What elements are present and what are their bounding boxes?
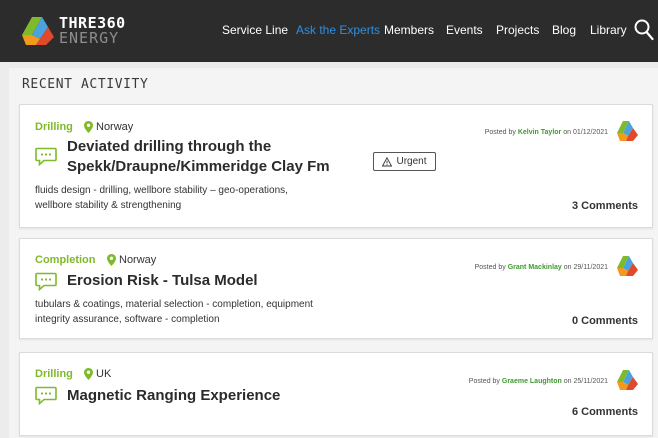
brand-logo[interactable]: THRE360 ENERGY — [20, 14, 150, 48]
brand-line2: ENERGY — [59, 29, 120, 47]
search-icon[interactable] — [634, 19, 654, 41]
post-tags: tubulars & coatings, material selection … — [35, 297, 365, 327]
nav-item-library[interactable]: Library — [590, 23, 627, 37]
post-tags-line2: integrity assurance, software - completi… — [35, 314, 220, 325]
location-pin-icon — [84, 368, 93, 380]
author-link[interactable]: Grant Mackinlay — [508, 264, 562, 271]
nav-item-service-line[interactable]: Service Line — [222, 23, 288, 37]
post-title[interactable]: Deviated drilling through the Spekk/Drau… — [67, 137, 330, 177]
post-card[interactable]: Drilling Norway Deviated drilling throug… — [19, 104, 653, 228]
brand-name: THRE360 ENERGY — [59, 16, 126, 46]
posted-by: Posted by Grant Mackinlay on 29/11/2021 — [475, 264, 608, 271]
author-link[interactable]: Graeme Laughton — [502, 378, 562, 385]
posted-date: on 01/12/2021 — [563, 129, 608, 136]
location-pin-icon — [84, 121, 93, 133]
posted-date: on 25/11/2021 — [563, 378, 608, 385]
posted-by: Posted by Kelvin Taylor on 01/12/2021 — [485, 129, 608, 136]
section-title: RECENT ACTIVITY — [22, 77, 149, 92]
comments-count[interactable]: 0 Comments — [572, 315, 638, 327]
post-location-label: UK — [96, 368, 112, 380]
posted-prefix: Posted by — [468, 378, 500, 385]
author-avatar[interactable] — [616, 368, 640, 392]
posted-prefix: Posted by — [474, 264, 506, 271]
post-location: Norway — [107, 254, 156, 266]
post-tags-line1: fluids design - drilling, wellbore stabi… — [35, 185, 288, 196]
post-category[interactable]: Drilling — [35, 121, 73, 133]
nav-item-blog[interactable]: Blog — [552, 23, 576, 37]
comments-count[interactable]: 6 Comments — [572, 406, 638, 418]
post-card[interactable]: Completion Norway Erosion Risk - Tulsa M… — [19, 238, 653, 339]
post-tags-line2: wellbore stability & strengthening — [35, 200, 182, 211]
posted-date: on 29/11/2021 — [563, 264, 608, 271]
post-title[interactable]: Erosion Risk - Tulsa Model — [67, 271, 258, 291]
post-title[interactable]: Magnetic Ranging Experience — [67, 386, 280, 406]
location-pin-icon — [107, 254, 116, 266]
post-card[interactable]: Drilling UK Magnetic Ranging Experience … — [19, 352, 653, 436]
nav-item-events[interactable]: Events — [446, 23, 483, 37]
posted-prefix: Posted by — [484, 129, 516, 136]
author-avatar[interactable] — [616, 254, 640, 278]
logo-mark-icon — [22, 17, 54, 45]
chat-bubble-icon — [35, 147, 57, 166]
comments-count[interactable]: 3 Comments — [572, 200, 638, 212]
nav-item-members[interactable]: Members — [384, 23, 434, 37]
urgent-label: Urgent — [396, 156, 427, 167]
post-location-label: Norway — [96, 121, 134, 133]
nav-item-projects[interactable]: Projects — [496, 23, 539, 37]
post-category[interactable]: Completion — [35, 254, 96, 266]
author-avatar[interactable] — [616, 119, 640, 143]
urgent-badge: Urgent — [373, 152, 436, 171]
post-location-label: Norway — [119, 254, 157, 266]
nav-item-ask-the-experts[interactable]: Ask the Experts — [296, 23, 380, 37]
author-link[interactable]: Kelvin Taylor — [518, 129, 561, 136]
post-location: Norway — [84, 121, 133, 133]
post-category[interactable]: Drilling — [35, 368, 73, 380]
post-tags-line1: tubulars & coatings, material selection … — [35, 299, 313, 310]
posted-by: Posted by Graeme Laughton on 25/11/2021 — [469, 378, 608, 385]
post-title-line1: Deviated drilling through the — [67, 138, 272, 155]
chat-bubble-icon — [35, 386, 57, 405]
post-tags: fluids design - drilling, wellbore stabi… — [35, 183, 365, 213]
top-nav: THRE360 ENERGY Service Line Ask the Expe… — [0, 0, 658, 62]
warning-icon — [382, 156, 393, 166]
post-location: UK — [84, 368, 111, 380]
chat-bubble-icon — [35, 272, 57, 291]
post-title-line2: Spekk/Draupne/Kimmeridge Clay Fm — [67, 158, 330, 175]
